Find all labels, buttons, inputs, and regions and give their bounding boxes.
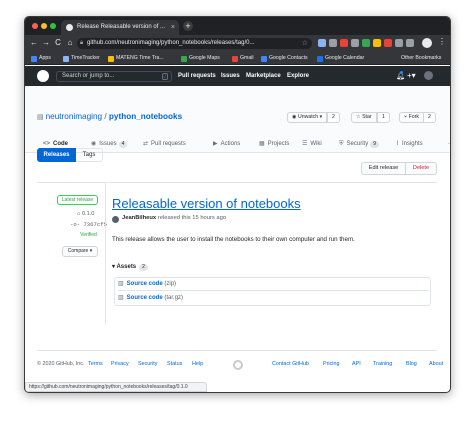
release-commit[interactable]: -o- 7367cf5 xyxy=(70,221,107,228)
commit-hash: 7367cf5 xyxy=(83,221,107,228)
tag-label: 0.1.0 xyxy=(81,211,95,217)
asset-row[interactable]: ▥ Source code (tar.gz) xyxy=(118,292,429,305)
latest-release-badge: Latest release xyxy=(57,195,98,205)
asset-label: Source code xyxy=(126,295,163,301)
footer-copyright: © 2020 GitHub, Inc. xyxy=(37,361,85,367)
github-footer-logo-icon[interactable] xyxy=(233,360,243,370)
releases-tab[interactable]: Releases xyxy=(37,148,76,162)
commit-icon: -o- xyxy=(70,221,84,228)
assets-toggle[interactable]: ▾ Assets 2 xyxy=(112,263,148,271)
footer-link-training[interactable]: Training xyxy=(373,361,392,367)
footer-divider xyxy=(37,350,437,351)
file-zip-icon: ▥ xyxy=(118,281,124,287)
release-description: This release allows the user to install … xyxy=(112,236,355,243)
timeline-divider xyxy=(105,183,106,325)
assets-label: Assets xyxy=(116,264,137,270)
asset-ext: (tar.gz) xyxy=(164,295,184,301)
footer-link-security[interactable]: Security xyxy=(138,361,157,367)
footer-link-help[interactable]: Help xyxy=(192,361,203,367)
compare-button[interactable]: Compare ▾ xyxy=(62,246,98,257)
browser-window: Release Releasable version of ... × + ← … xyxy=(24,16,451,393)
file-zip-icon: ▥ xyxy=(118,295,124,301)
footer-link-about[interactable]: About xyxy=(429,361,443,367)
footer-link-status[interactable]: Status xyxy=(167,361,182,367)
status-bar-url: https://github.com/neutronimaging/python… xyxy=(25,382,207,392)
assets-list: ▥ Source code (zip) ▥ Source code (tar.gz) xyxy=(114,277,431,306)
asset-ext: (zip) xyxy=(164,281,177,287)
release-title[interactable]: Releasable version of notebooks xyxy=(112,196,301,211)
release-time: released this 15 hours ago xyxy=(157,215,227,221)
release-byline: JeanBilheux released this 15 hours ago xyxy=(122,215,226,221)
footer-link-contact[interactable]: Contact GitHub xyxy=(272,361,309,367)
divider xyxy=(37,182,437,183)
main-content: Releases Tags Edit release Delete Latest… xyxy=(25,17,450,392)
asset-row[interactable]: ▥ Source code (zip) xyxy=(118,278,429,291)
footer-link-blog[interactable]: Blog xyxy=(406,361,417,367)
tags-tab[interactable]: Tags xyxy=(76,148,103,162)
author-avatar[interactable] xyxy=(112,216,119,223)
footer-link-privacy[interactable]: Privacy xyxy=(111,361,129,367)
verified-badge[interactable]: Verified xyxy=(79,231,98,240)
asset-label: Source code xyxy=(126,281,163,287)
delete-release-button[interactable]: Delete xyxy=(406,162,437,175)
author-link[interactable]: JeanBilheux xyxy=(122,215,156,221)
footer-link-terms[interactable]: Terms xyxy=(88,361,103,367)
assets-count: 2 xyxy=(139,264,148,271)
release-tag[interactable]: ⌂ 0.1.0 xyxy=(77,211,94,217)
footer-link-pricing[interactable]: Pricing xyxy=(323,361,339,367)
edit-release-button[interactable]: Edit release xyxy=(361,162,406,175)
footer-link-api[interactable]: API xyxy=(352,361,361,367)
